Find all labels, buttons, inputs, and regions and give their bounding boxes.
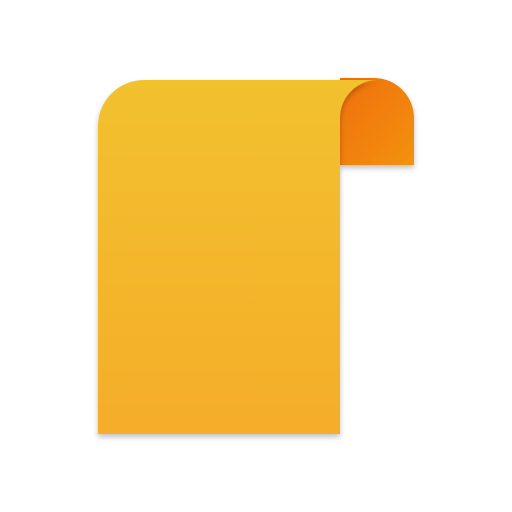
scroll-note-icon: [98, 78, 414, 434]
page-body: [98, 80, 376, 434]
icon-canvas: [0, 0, 512, 512]
